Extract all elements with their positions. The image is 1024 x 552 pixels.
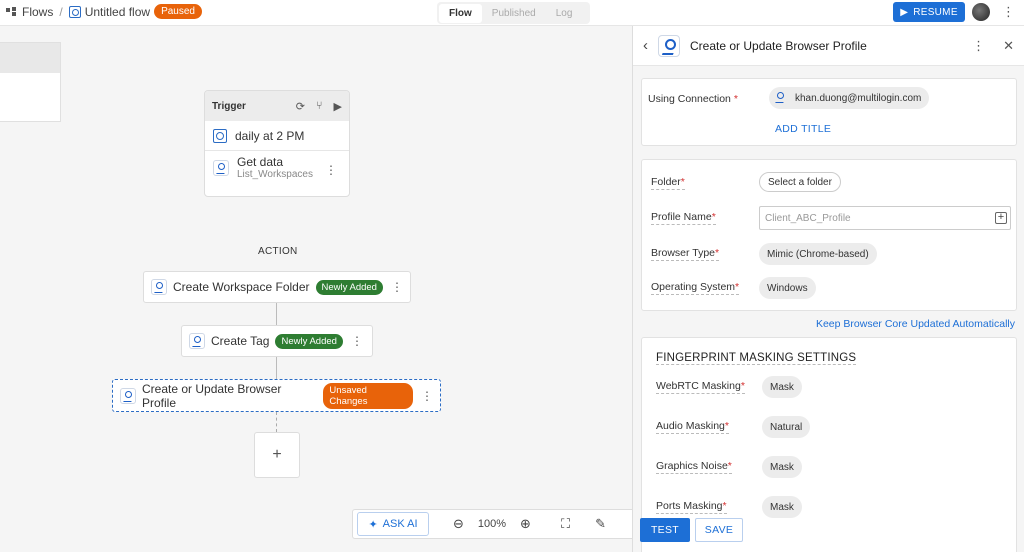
action-label-text: Create Workspace Folder: [173, 280, 310, 294]
multilogin-icon: [773, 90, 789, 106]
resume-button[interactable]: ▶ RESUME: [893, 2, 965, 22]
close-icon[interactable]: ✕: [1003, 38, 1014, 54]
audio-masking-select[interactable]: Natural: [762, 416, 811, 438]
multilogin-icon: [189, 333, 205, 349]
add-step-button[interactable]: +: [254, 432, 300, 478]
flows-icon: [6, 6, 18, 18]
canvas-toolbar: ✦ ASK AI ⊖ 100% ⊕ ⛶ ✎: [352, 509, 642, 539]
operating-system-select[interactable]: Windows: [759, 277, 816, 299]
multilogin-icon: [120, 387, 136, 404]
action-label-text: Create Tag: [211, 334, 270, 348]
action-label-text: Create or Update Browser Profile: [142, 381, 282, 410]
refresh-icon[interactable]: ⟳: [296, 100, 305, 113]
save-button[interactable]: SAVE: [695, 518, 743, 542]
folder-label: Folder*: [651, 176, 685, 190]
ports-masking-select[interactable]: Mask: [762, 496, 802, 518]
fingerprint-title: FINGERPRINT MASKING SETTINGS: [656, 352, 857, 365]
webrtc-masking-label: WebRTC Masking*: [656, 380, 745, 394]
multilogin-icon: [151, 279, 167, 295]
graphics-noise-select[interactable]: Mask: [762, 456, 802, 478]
profile-name-placeholder: Client_ABC_Profile: [765, 212, 851, 224]
connection-chip[interactable]: khan.duong@multilogin.com: [769, 87, 930, 109]
keep-browser-core-updated-link[interactable]: Keep Browser Core Updated Automatically: [816, 318, 1015, 330]
insert-variable-icon[interactable]: +: [995, 212, 1007, 224]
graphics-noise-label: Graphics Noise*: [656, 460, 732, 474]
breadcrumb: Flows / Untitled flow Paused: [6, 4, 202, 19]
action-node-create-workspace-folder[interactable]: Create Workspace Folder Newly Added ⋮: [143, 271, 411, 303]
action-menu-icon[interactable]: ⋮: [421, 389, 433, 403]
flow-title[interactable]: Untitled flow: [85, 5, 150, 19]
profile-name-label: Profile Name*: [651, 211, 716, 225]
ask-ai-label: ASK AI: [382, 518, 418, 530]
multilogin-icon: [658, 34, 680, 57]
zoom-level: 100%: [477, 518, 507, 530]
newly-added-badge: Newly Added: [275, 333, 343, 349]
connector: [276, 357, 277, 379]
operating-system-label: Operating System*: [651, 281, 740, 295]
unsaved-changes-badge: Unsaved Changes: [323, 382, 413, 409]
newly-added-badge: Newly Added: [315, 279, 383, 295]
notes-icon[interactable]: ✎: [595, 516, 606, 532]
sparkle-icon: ✦: [368, 518, 378, 531]
schedule-text: daily at 2 PM: [235, 128, 305, 143]
view-tabs: Flow Published Log: [437, 2, 590, 24]
breadcrumb-separator: /: [59, 4, 63, 19]
top-bar: Flows / Untitled flow Paused Flow Publis…: [0, 0, 1024, 26]
ports-masking-label: Ports Masking*: [656, 500, 727, 514]
action-node-create-or-update-browser-profile[interactable]: Create or Update Browser Profile Unsaved…: [112, 379, 441, 412]
status-badge: Paused: [154, 4, 202, 19]
zoom-in-icon[interactable]: ⊕: [520, 516, 531, 532]
folder-select[interactable]: Select a folder: [759, 172, 841, 192]
schedule-row[interactable]: daily at 2 PM: [205, 121, 349, 151]
zoom-out-icon[interactable]: ⊖: [453, 516, 464, 532]
flow-icon: [68, 5, 81, 18]
breadcrumb-flows[interactable]: Flows: [22, 5, 53, 19]
action-menu-icon[interactable]: ⋮: [351, 334, 363, 348]
step-config-panel: ‹ Create or Update Browser Profile ⋮ ✕ U…: [632, 26, 1024, 552]
side-panel: [0, 42, 61, 122]
get-data-step[interactable]: Get data List_Workspaces ⋮: [205, 151, 349, 184]
connector: [276, 303, 277, 325]
branch-icon[interactable]: ⑂: [316, 100, 323, 113]
connection-label: Using Connection *: [648, 93, 738, 105]
trigger-card[interactable]: Trigger ⟳ ⑂ ▶ daily at 2 PM Get data Lis…: [204, 90, 350, 197]
connection-card: Using Connection * khan.duong@multilogin…: [641, 78, 1017, 146]
connector-dashed: [276, 412, 277, 432]
play-icon[interactable]: ▶: [334, 100, 342, 113]
panel-title: Create or Update Browser Profile: [690, 38, 867, 53]
action-node-create-tag[interactable]: Create Tag Newly Added ⋮: [181, 325, 373, 357]
profile-name-input[interactable]: Client_ABC_Profile +: [759, 206, 1011, 230]
ask-ai-button[interactable]: ✦ ASK AI: [357, 512, 429, 536]
more-vertical-icon[interactable]: ⋮: [1002, 4, 1015, 20]
step-subtitle: List_Workspaces: [237, 169, 313, 180]
step-menu-icon[interactable]: ⋮: [325, 163, 337, 177]
play-icon: ▶: [900, 6, 909, 18]
browser-type-label: Browser Type*: [651, 247, 720, 261]
webrtc-masking-select[interactable]: Mask: [762, 376, 802, 398]
tab-published[interactable]: Published: [482, 4, 546, 23]
test-button[interactable]: TEST: [640, 518, 690, 542]
resume-label: RESUME: [913, 6, 958, 18]
action-menu-icon[interactable]: ⋮: [391, 280, 403, 294]
trigger-title: Trigger: [212, 100, 246, 112]
audio-masking-label: Audio Masking*: [656, 420, 729, 434]
tab-flow[interactable]: Flow: [439, 3, 482, 23]
back-icon[interactable]: ‹: [643, 37, 648, 54]
add-title-link[interactable]: ADD TITLE: [775, 123, 831, 135]
more-vertical-icon[interactable]: ⋮: [972, 38, 985, 54]
connection-email: khan.duong@multilogin.com: [795, 92, 922, 104]
fit-view-icon[interactable]: ⛶: [561, 516, 570, 532]
profile-settings-card: Folder* Select a folder Profile Name* Cl…: [641, 159, 1017, 311]
step-title: Get data: [237, 155, 284, 169]
multilogin-icon: [213, 159, 229, 176]
flow-canvas[interactable]: Trigger ⟳ ⑂ ▶ daily at 2 PM Get data Lis…: [0, 26, 642, 552]
clock-icon: [213, 128, 227, 143]
browser-type-select[interactable]: Mimic (Chrome-based): [759, 243, 877, 265]
tab-log[interactable]: Log: [546, 4, 583, 23]
action-label: ACTION: [258, 246, 298, 257]
avatar[interactable]: [972, 3, 990, 21]
